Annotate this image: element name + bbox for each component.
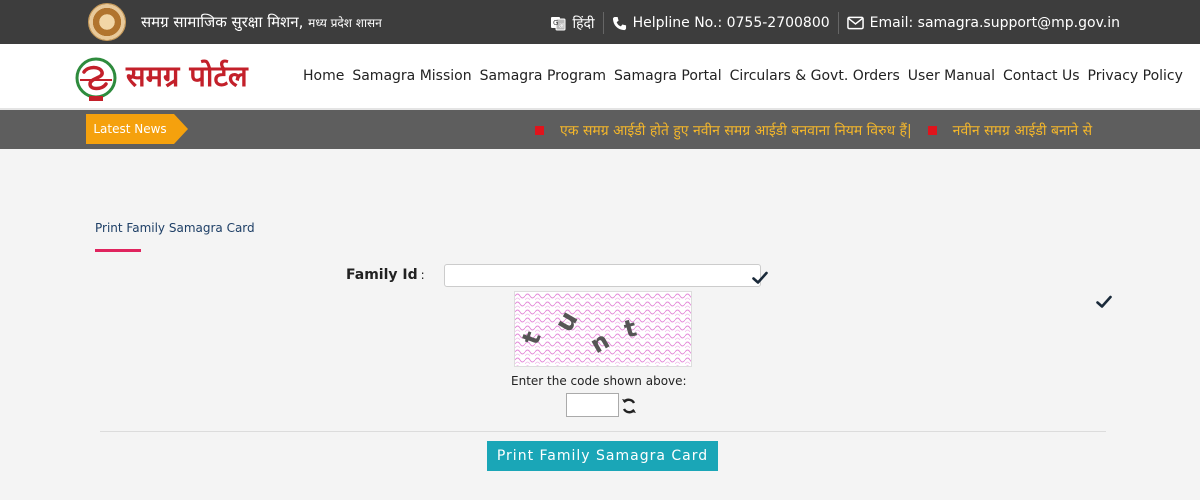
news-item-text: नवीन समग्र आईडी बनाने से	[952, 123, 1093, 139]
main-content: Print Family Samagra Card Family Id: t u…	[0, 149, 1200, 500]
captcha-input[interactable]	[566, 393, 619, 417]
separator	[602, 12, 604, 34]
captcha-image: t u n t	[514, 291, 692, 367]
email-text: Email: samagra.support@mp.gov.in	[869, 15, 1120, 31]
bullet-icon	[927, 126, 937, 135]
samagra-logo[interactable]: समग्र पोर्टल	[72, 52, 272, 104]
title-underline	[95, 249, 141, 252]
nav-samagra-program[interactable]: Samagra Program	[480, 68, 606, 84]
family-id-label-text: Family Id	[346, 267, 418, 283]
news-item[interactable]: नवीन समग्र आईडी बनाने से	[927, 121, 1093, 140]
nav-user-manual[interactable]: User Manual	[908, 68, 995, 84]
check-icon	[1096, 294, 1112, 313]
top-contact-area: Gअ हिंदी Helpline No.: 0755-2700800 Emai…	[550, 12, 1120, 34]
family-id-label-colon: :	[420, 268, 425, 282]
family-id-input[interactable]	[444, 264, 761, 287]
latest-news-label: Latest News	[86, 114, 188, 144]
samagra-logo-mark-icon	[75, 57, 117, 101]
envelope-icon	[846, 16, 864, 30]
nav-samagra-mission[interactable]: Samagra Mission	[352, 68, 471, 84]
nav-privacy-policy[interactable]: Privacy Policy	[1088, 68, 1183, 84]
organization-name: समग्र सामाजिक सुरक्षा मिशन, मध्य प्रदेश …	[141, 12, 382, 32]
news-item-text: एक समग्र आईडी होते हुए नवीन समग्र आईडी ब…	[560, 123, 912, 139]
print-family-card-button[interactable]: Print Family Samagra Card	[487, 441, 718, 471]
check-icon	[752, 270, 768, 289]
nav-circulars[interactable]: Circulars & Govt. Orders	[730, 68, 900, 84]
site-header: समग्र पोर्टल Home Samagra Mission Samagr…	[0, 44, 1200, 110]
language-switch[interactable]: Gअ हिंदी	[550, 14, 595, 33]
family-id-label: Family Id:	[346, 267, 425, 283]
helpline: Helpline No.: 0755-2700800	[612, 15, 830, 31]
separator	[837, 12, 839, 34]
nav-home[interactable]: Home	[303, 68, 344, 84]
bullet-icon	[535, 126, 544, 135]
organization-subtitle: मध्य प्रदेश शासन	[308, 16, 382, 30]
language-label: हिंदी	[572, 15, 595, 32]
latest-news-bar: Latest News एक समग्र आईडी होते हुए नवीन …	[0, 110, 1200, 149]
refresh-icon[interactable]	[621, 397, 637, 419]
nav-contact-us[interactable]: Contact Us	[1003, 68, 1079, 84]
page-title: Print Family Samagra Card	[95, 221, 255, 235]
captcha-instruction: Enter the code shown above:	[511, 374, 687, 388]
helpline-text: Helpline No.: 0755-2700800	[632, 15, 830, 31]
news-ticker: एक समग्र आईडी होते हुए नवीन समग्र आईडी ब…	[535, 121, 1092, 140]
main-nav: Home Samagra Mission Samagra Program Sam…	[303, 68, 1183, 84]
support-email[interactable]: Email: samagra.support@mp.gov.in	[846, 15, 1120, 31]
top-info-bar: समग्र सामाजिक सुरक्षा मिशन, मध्य प्रदेश …	[0, 0, 1200, 44]
organization-title: समग्र सामाजिक सुरक्षा मिशन,	[141, 13, 304, 31]
captcha-pattern: t u n t	[515, 292, 691, 366]
logo-text: समग्र पोर्टल	[126, 59, 248, 93]
news-item[interactable]: एक समग्र आईडी होते हुए नवीन समग्र आईडी ब…	[535, 121, 912, 140]
mp-govt-emblem-icon	[88, 3, 126, 41]
divider	[100, 431, 1106, 432]
svg-text:अ: अ	[559, 22, 565, 30]
nav-samagra-portal[interactable]: Samagra Portal	[614, 68, 722, 84]
translate-icon: Gअ	[550, 15, 566, 31]
phone-icon	[612, 16, 627, 31]
